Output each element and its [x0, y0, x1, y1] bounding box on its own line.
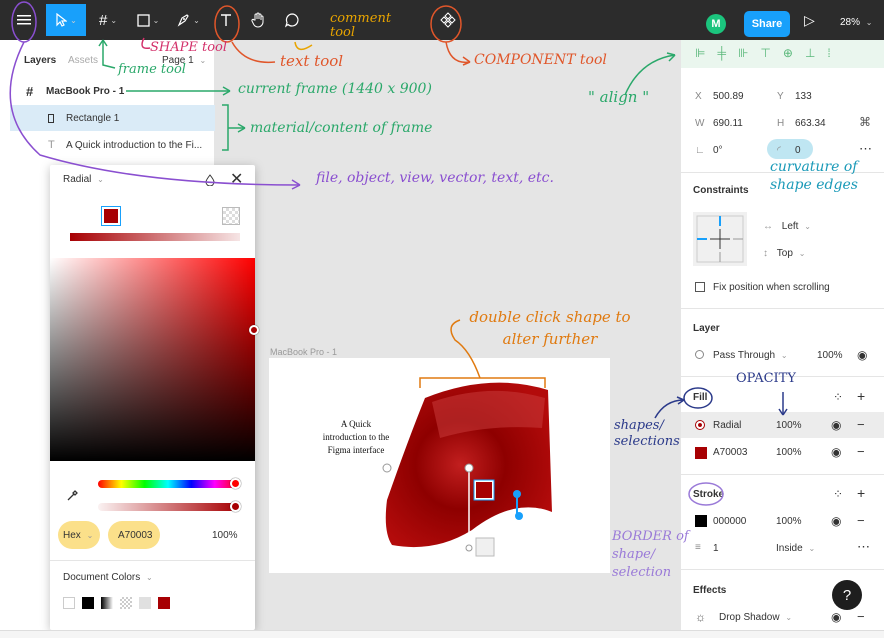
annotation-frame-tool: frame tool — [118, 62, 186, 77]
annotation-comment-tool: comment tool — [330, 11, 392, 40]
annotation-shape-tool: SHAPE tool — [150, 40, 228, 55]
annotation-align: " align " — [588, 88, 650, 106]
annotation-current-frame: current frame (1440 x 900) — [238, 81, 432, 97]
annotation-material: material/content of frame — [250, 120, 433, 136]
annotation-double-click: double click shape to alter further — [469, 308, 631, 348]
annotation-curvature: curvature of shape edges — [770, 159, 858, 193]
annotation-text-tool: text tool — [280, 52, 344, 70]
annotation-file-menu: file, object, view, vector, text, etc. — [316, 170, 554, 186]
annotation-component-tool: COMPONENT tool — [474, 52, 607, 68]
annotation-opacity: OPACITY — [736, 371, 796, 386]
annotation-arrows — [9, 1, 788, 506]
annotation-shapes-selections: shapes/ selections — [614, 418, 680, 449]
annotation-border: BORDER of shape/ selection — [612, 529, 689, 580]
